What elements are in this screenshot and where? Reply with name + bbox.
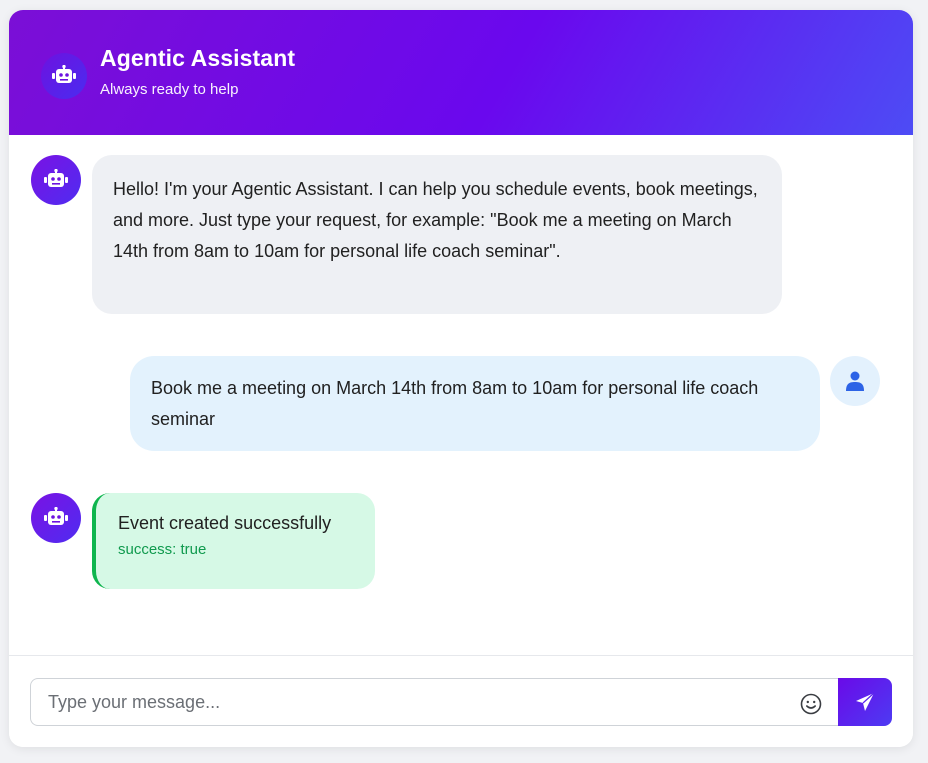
bot-avatar: [31, 493, 81, 543]
user-icon: [846, 371, 864, 391]
message-composer: [9, 655, 913, 747]
user-message-bubble: Book me a meeting on March 14th from 8am…: [130, 356, 820, 451]
message-input[interactable]: [48, 679, 768, 725]
message-input-container: [30, 678, 838, 726]
message-text: Event created successfully: [118, 513, 332, 533]
robot-icon: [52, 65, 76, 83]
assistant-title: Agentic Assistant: [100, 45, 296, 71]
user-avatar: [830, 356, 880, 406]
emoji-button[interactable]: [799, 692, 823, 716]
assistant-avatar: [41, 53, 87, 99]
smiley-icon: [800, 693, 822, 715]
bot-avatar: [31, 155, 81, 205]
chat-header: Agentic Assistant Always ready to help: [9, 10, 913, 135]
send-button[interactable]: [838, 678, 892, 726]
message-text: Book me a meeting on March 14th from 8am…: [151, 378, 759, 429]
bot-message-bubble: Hello! I'm your Agentic Assistant. I can…: [92, 155, 782, 314]
robot-icon: [44, 507, 68, 525]
robot-icon: [44, 169, 68, 187]
success-message-bubble: Event created successfully success: true: [92, 493, 375, 589]
chat-window: Agentic Assistant Always ready to help H…: [9, 10, 913, 747]
message-text: Hello! I'm your Agentic Assistant. I can…: [113, 179, 758, 261]
success-status-text: success: true: [118, 541, 207, 558]
paper-plane-icon: [856, 692, 875, 711]
assistant-subtitle: Always ready to help: [100, 81, 239, 98]
